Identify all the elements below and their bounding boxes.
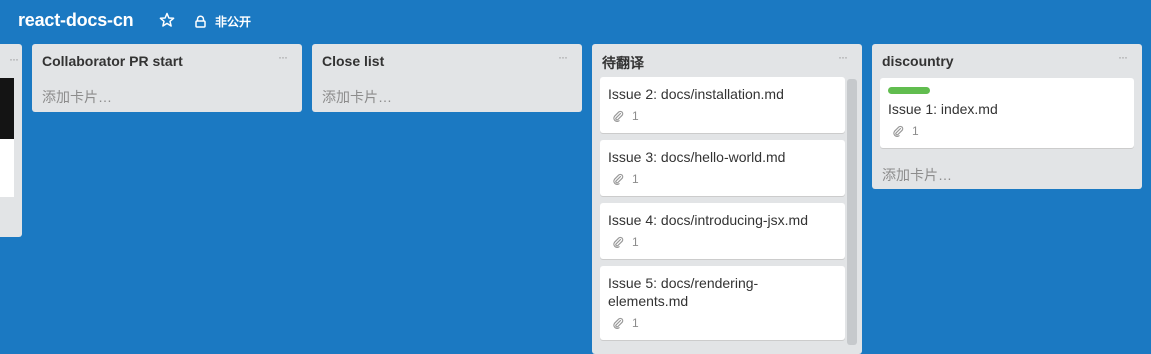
- partial-card-cover[interactable]: [0, 78, 14, 139]
- list-menu-button[interactable]: ···: [1118, 51, 1132, 66]
- card-issue-2[interactable]: Issue 2: docs/installation.md 1: [600, 77, 845, 133]
- list-close-list: Close list ··· 添加卡片…: [312, 44, 582, 112]
- partial-card[interactable]: [0, 139, 14, 197]
- list-menu-button[interactable]: ···: [558, 51, 572, 66]
- list-header: discountry ···: [872, 44, 1142, 78]
- attachment-badge: 1: [612, 235, 639, 249]
- list-title[interactable]: Collaborator PR start: [42, 53, 183, 69]
- list-scrollbar[interactable]: [847, 79, 857, 345]
- add-card-link[interactable]: 添加卡片…: [32, 87, 302, 107]
- list-title[interactable]: 待翻译: [602, 53, 644, 73]
- card-label-green: [888, 87, 930, 94]
- list-title[interactable]: Close list: [322, 53, 384, 69]
- list-menu-button[interactable]: ···: [9, 52, 19, 66]
- attachment-count: 1: [912, 124, 919, 138]
- partial-list: ···: [0, 44, 22, 237]
- card-issue-4[interactable]: Issue 4: docs/introducing-jsx.md 1: [600, 203, 845, 259]
- list-menu-button[interactable]: ···: [278, 51, 292, 66]
- paperclip-icon: [893, 125, 904, 137]
- paperclip-icon: [613, 236, 624, 248]
- attachment-badge: 1: [892, 124, 919, 138]
- list-header: Collaborator PR start ···: [32, 44, 302, 78]
- list-title[interactable]: discountry: [882, 53, 954, 69]
- card-issue-5[interactable]: Issue 5: docs/rendering- elements.md 1: [600, 266, 845, 340]
- card-title: Issue 3: docs/hello-world.md: [608, 149, 786, 165]
- card-title: Issue 2: docs/installation.md: [608, 86, 784, 102]
- add-card-link[interactable]: 添加卡片…: [312, 87, 582, 107]
- card-title: Issue 5: docs/rendering- elements.md: [608, 275, 759, 309]
- paperclip-icon: [613, 317, 624, 329]
- card-title: Issue 1: index.md: [888, 101, 998, 117]
- card-title: Issue 4: docs/introducing-jsx.md: [608, 212, 808, 228]
- attachment-badge: 1: [612, 109, 639, 123]
- list-menu-button[interactable]: ···: [838, 51, 852, 66]
- list-header: Close list ···: [312, 44, 582, 78]
- attachment-badge: 1: [612, 316, 639, 330]
- visibility-button[interactable]: 非公开: [194, 12, 251, 30]
- paperclip-icon: [613, 173, 624, 185]
- attachment-badge: 1: [612, 172, 639, 186]
- add-card-link[interactable]: 添加卡片…: [872, 165, 962, 185]
- card-issue-1[interactable]: Issue 1: index.md 1: [880, 78, 1134, 148]
- attachment-count: 1: [632, 109, 639, 123]
- paperclip-icon: [613, 110, 624, 122]
- board-title[interactable]: react-docs-cn: [18, 10, 134, 31]
- attachment-count: 1: [632, 172, 639, 186]
- card-issue-3[interactable]: Issue 3: docs/hello-world.md 1: [600, 140, 845, 196]
- list-header: 待翻译 ···: [592, 44, 862, 78]
- board-header: react-docs-cn 非公开: [0, 0, 1151, 42]
- star-icon[interactable]: [159, 12, 175, 28]
- visibility-label: 非公开: [215, 14, 252, 29]
- list-collaborator-pr-start: Collaborator PR start ··· 添加卡片…: [32, 44, 302, 112]
- attachment-count: 1: [632, 316, 639, 330]
- lock-icon: [195, 15, 206, 28]
- attachment-count: 1: [632, 235, 639, 249]
